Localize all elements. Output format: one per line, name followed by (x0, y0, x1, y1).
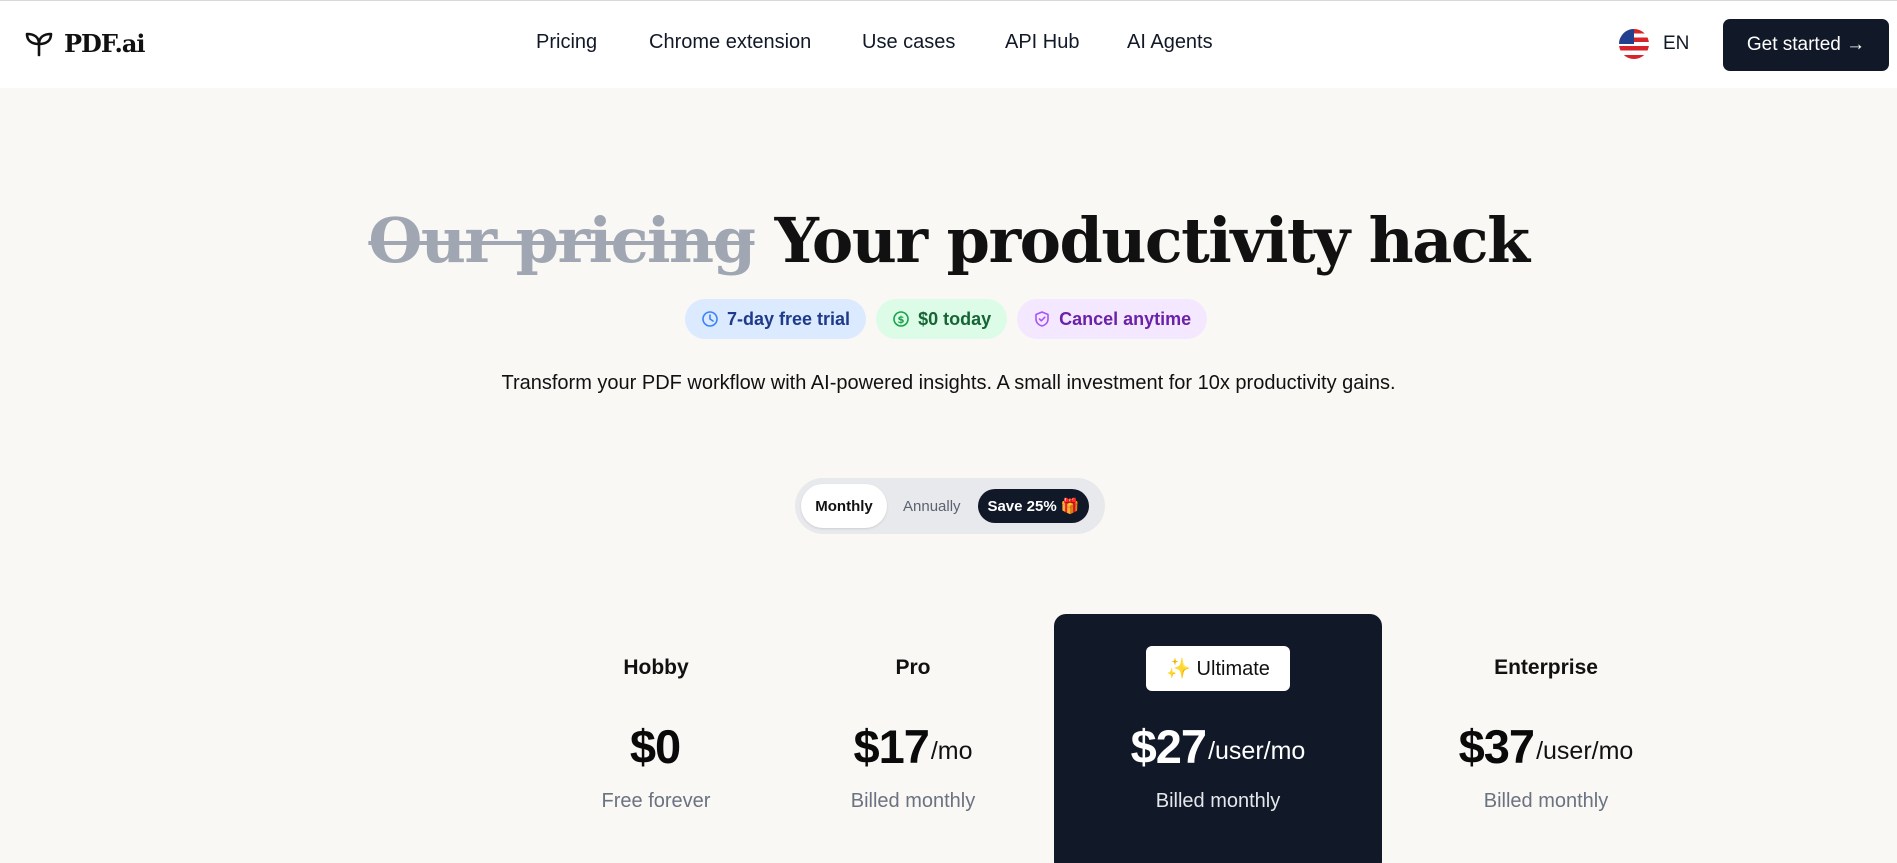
plan-hobby: Hobby $0 Free forever (506, 640, 806, 813)
plan-price: $17 (853, 720, 929, 773)
site-header: PDF.ai Pricing Chrome extension Use case… (0, 1, 1897, 88)
plan-name: Pro (895, 656, 931, 679)
headline-struck-text: Our pricing (368, 204, 756, 277)
svg-text:$: $ (898, 315, 905, 326)
plan-billing-note: Billed monthly (850, 790, 976, 812)
plan-price: $0 (629, 720, 681, 773)
page-headline: Our pricing Your productivity hack (0, 204, 1897, 277)
annually-toggle-option[interactable]: Annually (903, 484, 961, 528)
plan-billing-note: Free forever (601, 790, 711, 812)
headline-main-text: Your productivity hack (774, 204, 1531, 277)
language-selector[interactable]: EN (1619, 29, 1689, 59)
clock-icon (702, 311, 718, 327)
plan-period: /user/mo (1536, 737, 1634, 765)
plan-name: Hobby (623, 656, 689, 679)
plan-name-badge: ✨ Ultimate (1068, 640, 1368, 696)
monthly-toggle-option[interactable]: Monthly (801, 484, 887, 528)
save-discount-badge: Save 25% 🎁 (978, 489, 1089, 523)
us-flag-icon (1619, 29, 1649, 59)
plan-period: /user/mo (1208, 737, 1306, 765)
nav-api-hub[interactable]: API Hub (1005, 31, 1079, 54)
nav-chrome-extension[interactable]: Chrome extension (649, 31, 811, 54)
cancel-anytime-chip: Cancel anytime (1017, 299, 1208, 339)
plan-billing-note: Billed monthly (1483, 790, 1609, 812)
price-row: $17 /mo (763, 704, 1063, 770)
nav-use-cases[interactable]: Use cases (862, 31, 955, 54)
zero-today-chip: $ $0 today (876, 299, 1008, 339)
shield-icon (1035, 311, 1049, 327)
free-trial-chip: 7-day free trial (685, 299, 867, 339)
billing-period-toggle: Monthly Annually Save 25% 🎁 (795, 478, 1105, 534)
plan-billing-note: Billed monthly (1155, 790, 1281, 812)
plan-enterprise: Enterprise $37 /user/mo Billed monthly (1396, 640, 1696, 813)
plan-name: ✨ Ultimate (1146, 645, 1290, 691)
benefit-chips: 7-day free trial $ $0 today Cancel anyti… (685, 299, 1208, 339)
free-trial-label: 7-day free trial (727, 308, 851, 329)
hero-subtitle: Transform your PDF workflow with AI-powe… (501, 372, 1396, 394)
main-nav: Pricing Chrome extension Use cases API H… (0, 31, 1897, 61)
language-label: EN (1663, 33, 1690, 54)
nav-ai-agents[interactable]: AI Agents (1127, 31, 1213, 54)
plan-period: /mo (930, 737, 973, 765)
cancel-anytime-label: Cancel anytime (1059, 308, 1192, 329)
plan-ultimate: ✨ Ultimate $27 /user/mo Billed monthly (1068, 640, 1368, 813)
zero-today-label: $0 today (918, 308, 992, 329)
price-row: $27 /user/mo (1068, 704, 1368, 770)
dollar-circle-icon: $ (893, 311, 909, 327)
plan-name: Enterprise (1494, 656, 1598, 679)
price-row: $0 (506, 704, 806, 770)
plan-price: $37 (1458, 720, 1535, 773)
price-row: $37 /user/mo (1396, 704, 1696, 770)
plan-pro: Pro $17 /mo Billed monthly (763, 640, 1063, 813)
get-started-button[interactable]: Get started → (1723, 19, 1889, 71)
nav-pricing[interactable]: Pricing (536, 31, 597, 54)
plan-price: $27 (1130, 720, 1207, 773)
